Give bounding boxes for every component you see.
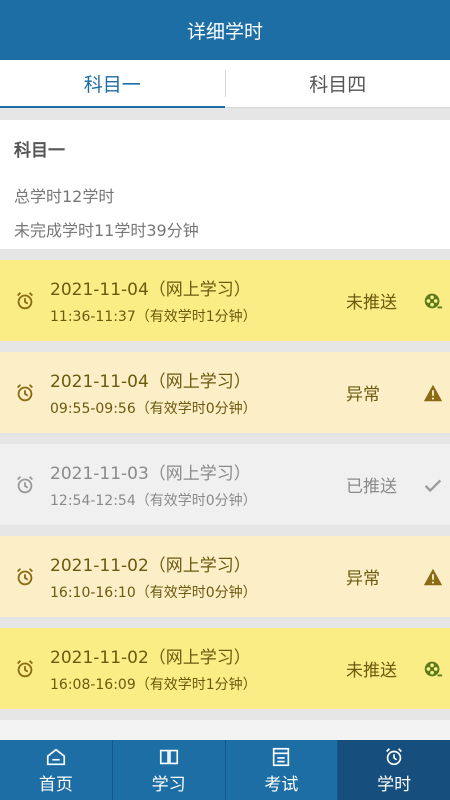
record-date: 2021-11-04（网上学习） [50,280,251,300]
list-item[interactable]: 2021-11-04（网上学习） 11:36-11:37（有效学时1分钟） 未推… [0,260,450,341]
record-status: 异常 [346,569,380,589]
tab-subject-one[interactable]: 科目一 [0,60,225,108]
record-time: 09:55-09:56（有效学时0分钟） [50,401,257,417]
clock-icon [386,747,403,765]
study-records-list: 2021-11-04（网上学习） 11:36-11:37（有效学时1分钟） 未推… [0,260,450,750]
nav-label: 考试 [264,774,299,795]
record-time: 11:36-11:37（有效学时1分钟） [50,309,257,325]
film-reel-icon [416,290,450,312]
summary-remaining-hours: 未完成学时11学时39分钟 [14,221,199,240]
exam-icon [273,747,290,766]
nav-label: 学习 [151,774,186,795]
summary-subject: 科目一 [14,141,65,161]
summary-total-hours: 总学时12学时 [14,187,115,206]
warning-icon [416,566,450,588]
nav-home[interactable]: 首页 [0,740,113,800]
bottom-navigation: 首页 学习 考试 学时 [0,740,450,800]
list-item[interactable]: 2021-11-03（网上学习） 12:54-12:54（有效学时0分钟） 已推… [0,444,450,525]
alarm-clock-icon [0,566,50,588]
record-date: 2021-11-04（网上学习） [50,372,251,392]
nav-label: 首页 [38,774,73,795]
record-time: 16:10-16:10（有效学时0分钟） [50,585,257,601]
app-header: 详细学时 [0,0,450,60]
record-status: 异常 [346,385,380,405]
warning-icon [416,382,450,404]
alarm-clock-icon [0,290,50,312]
alarm-clock-icon [0,658,50,680]
nav-study-hours[interactable]: 学时 [338,740,450,800]
record-time: 16:08-16:09（有效学时1分钟） [50,677,257,693]
alarm-clock-icon [0,474,50,496]
record-date: 2021-11-03（网上学习） [50,464,251,484]
list-item[interactable]: 2021-11-02（网上学习） 16:08-16:09（有效学时1分钟） 未推… [0,628,450,709]
page-title: 详细学时 [186,20,263,43]
film-reel-icon [416,658,450,680]
nav-exam[interactable]: 考试 [226,740,339,800]
check-icon [416,474,450,496]
study-hours-summary: 科目一 总学时12学时 未完成学时11学时39分钟 [0,120,450,249]
tab-subject-four[interactable]: 科目四 [226,60,450,107]
tab-label: 科目四 [309,74,367,96]
nav-study[interactable]: 学习 [113,740,226,800]
record-status: 未推送 [346,293,397,313]
list-item[interactable]: 2021-11-02（网上学习） 16:10-16:10（有效学时0分钟） 异常 [0,536,450,617]
book-icon [159,749,178,764]
home-icon [46,748,65,765]
record-status: 未推送 [346,661,397,681]
tab-label: 科目一 [83,74,141,96]
record-time: 12:54-12:54（有效学时0分钟） [50,493,257,509]
record-date: 2021-11-02（网上学习） [50,556,251,576]
list-item[interactable]: 2021-11-04（网上学习） 09:55-09:56（有效学时0分钟） 异常 [0,352,450,433]
subject-tabs: 科目一 科目四 [0,60,450,108]
record-status: 已推送 [346,477,397,497]
nav-label: 学时 [377,774,412,795]
alarm-clock-icon [0,382,50,404]
record-date: 2021-11-02（网上学习） [50,648,251,668]
